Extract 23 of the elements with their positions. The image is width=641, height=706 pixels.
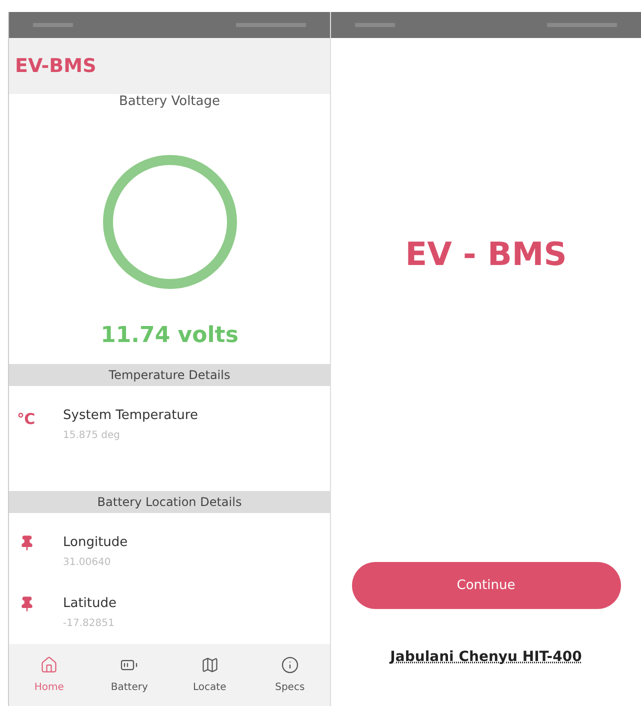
nav-tab[interactable]: Locate xyxy=(180,656,240,694)
celsius-icon: ℃ xyxy=(17,408,37,430)
item-value: -17.82851 xyxy=(63,617,116,631)
pin-icon xyxy=(19,596,35,612)
author-name: Jabulani Chenyu HIT-400 xyxy=(390,648,582,667)
continue-button[interactable]: Continue xyxy=(352,562,620,609)
voltage-title: Battery Voltage xyxy=(118,93,220,111)
section-header: Temperature Details xyxy=(9,364,330,386)
item-value: 31.00640 xyxy=(63,556,112,570)
item-value: 15.875 deg xyxy=(63,429,122,443)
nav-tab[interactable]: Battery xyxy=(99,656,160,694)
item-label: System Temperature xyxy=(63,406,198,424)
section-header: Battery Location Details xyxy=(9,490,330,512)
app-title: EV-BMS xyxy=(15,54,96,79)
info-icon xyxy=(280,656,299,674)
home-icon xyxy=(40,656,58,674)
pin-icon xyxy=(19,534,35,550)
item-label: Latitude xyxy=(63,594,117,612)
splash-logo: EV - BMS xyxy=(405,234,567,275)
map-icon xyxy=(200,656,219,674)
item-label: Longitude xyxy=(63,534,128,552)
nav-tab[interactable]: Specs xyxy=(260,656,320,694)
voltage-reading: 11.74 volts xyxy=(100,322,238,350)
